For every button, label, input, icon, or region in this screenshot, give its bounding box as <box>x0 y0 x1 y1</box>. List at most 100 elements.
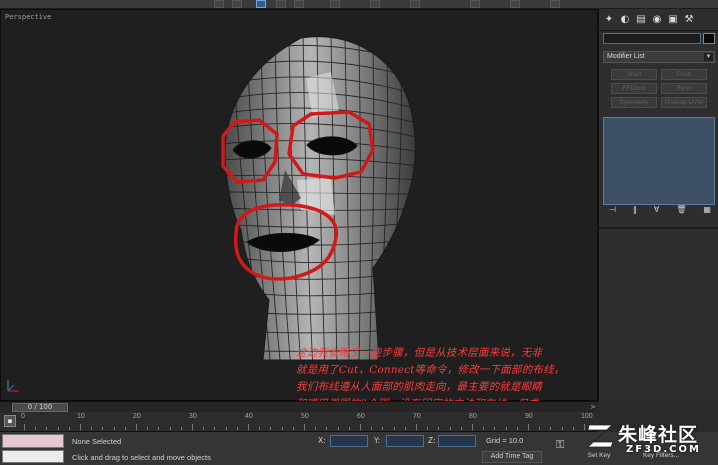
y-coord-field[interactable] <box>386 435 424 447</box>
ruler-tick <box>91 427 93 430</box>
ruler-tick <box>169 427 171 430</box>
ruler-label: 70 <box>413 413 421 420</box>
ruler-tick <box>80 424 81 430</box>
modifier-button-shell[interactable]: Shell <box>611 69 657 80</box>
toolbar-button[interactable] <box>550 0 560 8</box>
ruler-tick <box>68 427 70 430</box>
ruler-tick <box>259 427 261 430</box>
hierarchy-icon[interactable]: ▤ <box>634 12 648 26</box>
ruler-tick <box>192 424 193 430</box>
ruler-tick <box>483 427 485 430</box>
ruler-tick <box>281 427 283 430</box>
toolbar-button[interactable] <box>370 0 380 8</box>
chevron-down-icon[interactable]: ▼ <box>704 53 713 61</box>
ruler-tick <box>505 427 507 430</box>
ruler-tick <box>382 427 384 430</box>
configure-sets-icon[interactable]: ▦ <box>703 205 711 217</box>
maxscript-input-box[interactable] <box>2 450 64 463</box>
y-label: Y: <box>374 436 381 445</box>
ruler-tick <box>528 424 529 430</box>
select-scale-button[interactable] <box>294 0 304 8</box>
ruler-label: 20 <box>133 413 141 420</box>
object-name-row <box>603 33 715 45</box>
modifier-button-bend[interactable]: Bend <box>661 83 707 94</box>
ruler-label: 50 <box>301 413 309 420</box>
ruler-tick <box>248 424 249 430</box>
pin-stack-icon[interactable]: ⊣ <box>609 205 616 217</box>
axis-tripod-icon <box>7 380 19 392</box>
ruler-tick <box>337 427 339 430</box>
object-name-field[interactable] <box>603 33 701 44</box>
select-rotate-button[interactable] <box>276 0 286 8</box>
ruler-label: 10 <box>77 413 85 420</box>
toolbar-button[interactable] <box>330 0 340 8</box>
ruler-tick <box>393 427 395 430</box>
ruler-tick <box>46 427 48 430</box>
motion-icon[interactable]: ◉ <box>650 12 664 26</box>
toolbar-button[interactable] <box>410 0 420 8</box>
modifier-list-label: Modifier List <box>607 53 645 60</box>
ruler-tick <box>516 427 518 430</box>
z-label: Z: <box>428 436 436 445</box>
create-icon[interactable]: ✦ <box>602 12 616 26</box>
ruler-tick <box>315 427 317 430</box>
ruler-tick <box>572 427 574 430</box>
main-toolbar <box>0 0 718 9</box>
modify-icon[interactable]: ◐ <box>618 12 632 26</box>
ruler-label: 90 <box>525 413 533 420</box>
ruler-tick <box>550 427 552 430</box>
ruler-tick <box>472 424 473 430</box>
watermark-cn: 朱峰社区 <box>618 424 699 446</box>
z-coord-field[interactable] <box>438 435 476 447</box>
toolbar-button[interactable] <box>232 0 242 8</box>
ruler-tick <box>348 427 350 430</box>
perspective-viewport[interactable]: Perspective <box>0 9 598 401</box>
curve-editor-icon[interactable]: ▪ <box>4 415 16 427</box>
ruler-tick <box>236 427 238 430</box>
modifier-button-unwrap[interactable]: Unwrap UVW <box>661 97 707 108</box>
ruler-label: 0 <box>21 413 25 420</box>
ruler-tick <box>304 424 305 430</box>
ruler-tick <box>438 427 440 430</box>
ruler-tick <box>203 427 205 430</box>
time-slider-thumb[interactable]: 0 / 100 <box>12 403 68 412</box>
toolbar-button[interactable] <box>214 0 224 8</box>
frame-ruler[interactable]: 0 10 20 30 40 50 60 70 80 90 100 <box>21 412 596 432</box>
ruler-tick <box>180 427 182 430</box>
modifier-list-dropdown[interactable]: Modifier List ▼ <box>603 51 715 63</box>
ruler-tick <box>404 427 406 430</box>
ruler-label: 80 <box>469 413 477 420</box>
maxscript-listener-box[interactable] <box>2 434 64 448</box>
object-color-swatch[interactable] <box>703 33 715 44</box>
head-mesh[interactable] <box>1 10 598 401</box>
modifier-button-symmetry[interactable]: Symmetry <box>611 97 657 108</box>
ruler-label: 30 <box>189 413 197 420</box>
ruler-tick <box>561 427 563 430</box>
toolbar-button[interactable] <box>470 0 480 8</box>
make-unique-icon[interactable]: ∀ <box>654 205 659 217</box>
key-icon[interactable]: ⚿ <box>556 438 564 452</box>
ruler-tick <box>124 427 126 430</box>
remove-modifier-icon[interactable]: 🗑 <box>676 205 686 217</box>
modifier-button-push[interactable]: Push <box>661 69 707 80</box>
utilities-icon[interactable]: ⚒ <box>682 12 696 26</box>
modifier-stack[interactable] <box>603 117 715 205</box>
select-move-button[interactable] <box>256 0 266 8</box>
add-time-tag-button[interactable]: Add Time Tag <box>482 451 542 463</box>
ruler-tick <box>449 427 451 430</box>
ruler-tick <box>57 427 59 430</box>
ruler-tick <box>136 424 137 430</box>
modifier-button-ffdbox[interactable]: FFDbox <box>611 83 657 94</box>
stack-tools: ⊣ ‖ ∀ 🗑 ▦ <box>605 205 715 217</box>
watermark-en: ZF3D.COM <box>626 444 701 455</box>
trackbar[interactable]: ▪ 0 10 20 30 40 50 60 70 80 90 100 <box>0 412 598 432</box>
x-coord-field[interactable] <box>330 435 368 447</box>
ruler-tick <box>214 427 216 430</box>
time-slider[interactable]: 0 / 100 > <box>0 401 598 412</box>
next-frame-icon[interactable]: > <box>590 403 596 411</box>
zf3d-logo-icon <box>586 424 614 448</box>
show-end-result-icon[interactable]: ‖ <box>633 205 637 217</box>
toolbar-button[interactable] <box>510 0 520 8</box>
ruler-tick <box>292 427 294 430</box>
display-icon[interactable]: ▣ <box>666 12 680 26</box>
